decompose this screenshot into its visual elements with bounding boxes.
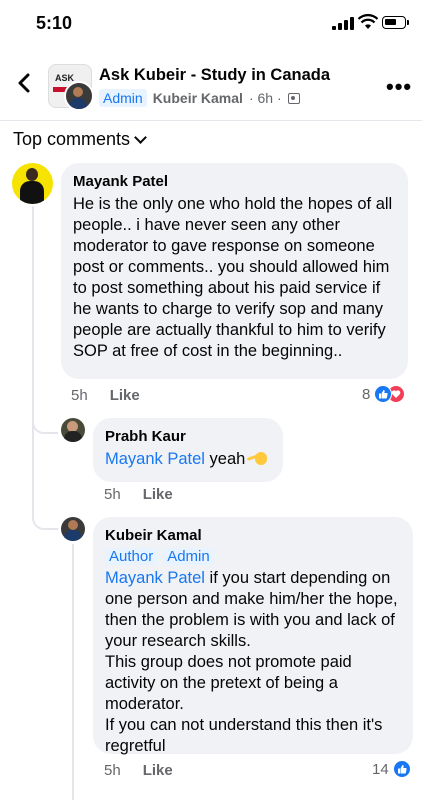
post-header: ASK Ask Kubeir - Study in Canada Admin K… <box>0 50 422 121</box>
wave-emoji-icon <box>247 451 269 465</box>
reaction-summary[interactable]: 8 <box>362 385 406 403</box>
battery-icon <box>382 16 409 29</box>
avatar[interactable] <box>12 163 53 204</box>
like-button[interactable]: Like <box>143 762 173 779</box>
comment-body: if you start depending on one person and… <box>105 569 398 755</box>
post-meta: Admin Kubeir Kamal · 6h · <box>99 88 300 108</box>
comment-author[interactable]: Prabh Kaur <box>105 427 271 446</box>
signal-icon <box>332 17 354 30</box>
comment-bubble: Mayank Patel He is the only one who hold… <box>61 163 408 379</box>
author-badges: Author Admin <box>105 548 401 565</box>
avatar[interactable] <box>61 517 85 541</box>
avatar[interactable] <box>61 418 85 442</box>
comment-author[interactable]: Mayank Patel <box>73 172 396 191</box>
thread-line <box>72 544 74 800</box>
comment-actions: 5h Like <box>104 762 173 779</box>
mention-link[interactable]: Mayank Patel <box>105 450 205 468</box>
author-badge: Author <box>105 548 158 565</box>
comment-bubble: Prabh Kaur Mayank Patel yeah <box>93 418 283 482</box>
more-icon[interactable]: ••• <box>386 74 412 100</box>
comment-bubble: Kubeir Kamal Author Admin Mayank Patel i… <box>93 517 413 757</box>
thread-connector <box>32 440 58 530</box>
group-logo-text: ASK <box>55 73 75 83</box>
comment-text: Mayank Patel if you start depending on o… <box>105 568 401 757</box>
admin-badge: Admin <box>163 548 214 565</box>
comment-time: 5h <box>104 486 121 503</box>
back-arrow-icon[interactable] <box>14 72 36 94</box>
reaction-summary[interactable]: 14 <box>372 760 411 778</box>
comment-actions: 5h Like <box>71 387 140 404</box>
friends-privacy-icon <box>287 92 300 104</box>
like-button[interactable]: Like <box>110 387 140 404</box>
wifi-icon <box>358 14 378 29</box>
reaction-count: 14 <box>372 760 389 778</box>
comment-author[interactable]: Kubeir Kamal <box>105 526 401 545</box>
comment-body: yeah <box>204 450 246 468</box>
admin-badge: Admin <box>99 89 147 107</box>
thread-connector <box>32 412 58 434</box>
like-button[interactable]: Like <box>143 486 173 503</box>
status-bar: 5:10 <box>0 0 422 50</box>
post-author[interactable]: Kubeir Kamal <box>153 90 243 106</box>
mention-link[interactable]: Mayank Patel <box>105 569 205 587</box>
comment-text: He is the only one who hold the hopes of… <box>73 195 393 360</box>
chevron-down-icon <box>134 131 147 144</box>
comment-time: 5h <box>71 387 88 404</box>
like-reaction-icon <box>392 760 411 778</box>
thread-line <box>32 206 34 446</box>
group-name[interactable]: Ask Kubeir - Study in Canada <box>99 66 330 85</box>
comment-text: Mayank Patel yeah <box>105 449 271 470</box>
comment-sort-dropdown[interactable]: Top comments <box>13 129 147 150</box>
comment-sort-label: Top comments <box>13 129 131 149</box>
reaction-count: 8 <box>362 385 371 403</box>
comment-actions: 5h Like <box>104 486 173 503</box>
comment-time: 5h <box>104 762 121 779</box>
author-avatar[interactable] <box>64 81 94 111</box>
status-time: 5:10 <box>36 13 73 33</box>
post-time: · 6h · <box>248 90 282 106</box>
